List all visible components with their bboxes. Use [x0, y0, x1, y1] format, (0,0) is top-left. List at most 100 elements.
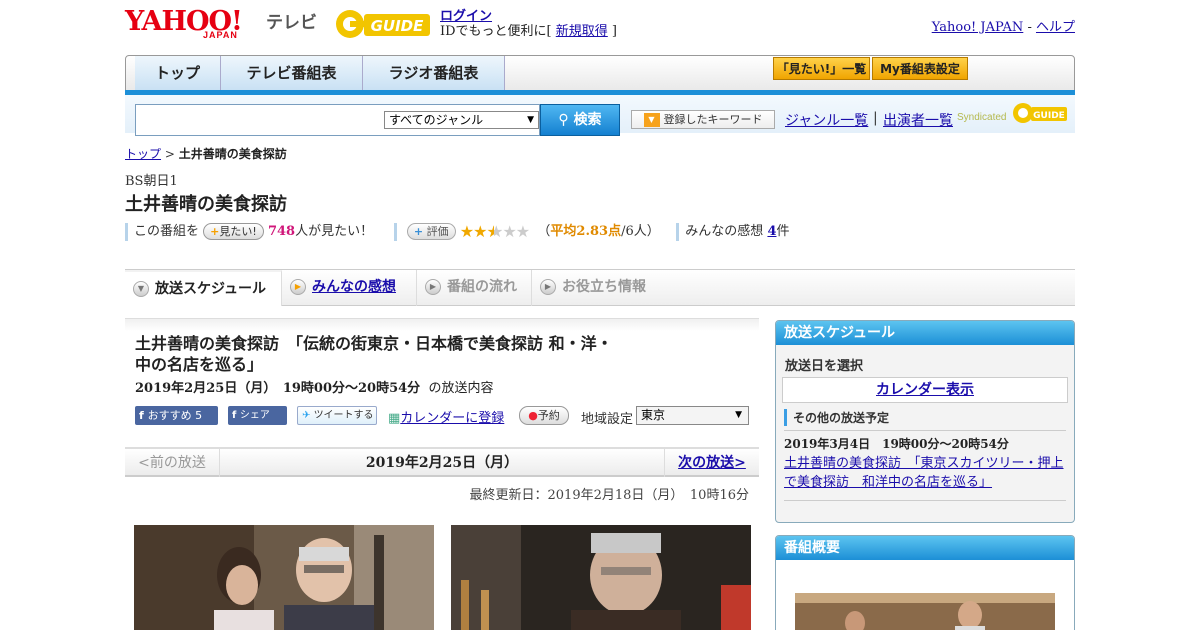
other-broadcast-link[interactable]: 土井善晴の美食探訪 「東京スカイツリー・押上で美食探訪 和洋中の名店を巡る」 [784, 456, 1064, 490]
calendar-show-button[interactable]: カレンダー表示 [782, 377, 1068, 403]
my-schedule-button[interactable]: My番組表設定 [872, 57, 968, 80]
area-select[interactable]: 東京 ▼ [636, 406, 749, 425]
area-select-value: 東京 [641, 408, 666, 422]
chevron-down-icon: ▼ [133, 281, 149, 297]
search-button[interactable]: ⚲ 検索 [540, 104, 620, 136]
bird-icon: ✈ [302, 410, 314, 421]
registered-keyword-button[interactable]: ▼ 登録したキーワード [631, 110, 775, 129]
rating-average: 平均2.83点 [550, 224, 622, 239]
facebook-like-button[interactable]: f おすすめ 5 [135, 406, 218, 425]
dropdown-arrow-icon: ▼ [735, 410, 742, 420]
facebook-icon: f [232, 410, 240, 421]
chevron-right-icon: ▶ [425, 279, 441, 295]
tab-schedule-label: 放送スケジュール [155, 281, 267, 297]
search-button-label: 検索 [573, 112, 602, 128]
plus-icon: + [413, 225, 424, 238]
main-nav: トップ テレビ番組表 ラジオ番組表 「見たい!」一覧 My番組表設定 [125, 55, 1075, 93]
tab-program-flow-label: 番組の流れ [447, 279, 517, 295]
breadcrumb-sep: > [161, 147, 179, 161]
last-updated: 最終更新日：2019年2月18日（月） 10時16分 [469, 488, 749, 503]
nav-tab-tv-schedule[interactable]: テレビ番組表 [221, 56, 363, 90]
gguide-logo-icon: GUIDE [336, 10, 430, 38]
record-dot-icon: ● [528, 409, 538, 422]
next-broadcast-link[interactable]: 次の放送> [664, 449, 759, 477]
rating-stars: ★★★★★★ [459, 222, 530, 241]
tab-impressions-label: みんなの感想 [312, 279, 396, 295]
current-broadcast-date: 2019年2月25日（月） [365, 455, 519, 471]
select-date-label: 放送日を選択 [785, 359, 864, 374]
want-list-button[interactable]: 「見たい!」一覧 [773, 57, 870, 80]
facebook-like-label: おすすめ 5 [147, 409, 203, 422]
schedule-panel: 放送スケジュール 放送日を選択 カレンダー表示 その他の放送予定 2019年3月… [775, 320, 1075, 523]
search-icon: ⚲ [558, 112, 574, 128]
dropdown-arrow-icon: ▼ [527, 115, 534, 125]
episode-datetime: 2019年2月25日（月） 19時00分～20時54分 [135, 381, 421, 396]
episode-photo-2 [451, 525, 751, 630]
yahoo-logo[interactable]: YAHOO! JAPAN [125, 6, 263, 40]
summary-panel-body [776, 560, 1074, 630]
chevron-right-icon: ▶ [290, 279, 306, 295]
tab-useful-info[interactable]: ▶ お役立ち情報 [532, 270, 667, 306]
rate-button[interactable]: + 評価 [406, 223, 456, 240]
calendar-register[interactable]: ▦カレンダーに登録 [388, 407, 504, 426]
photo-man-restaurant [451, 525, 751, 630]
genre-select[interactable]: すべてのジャンル ▼ [384, 111, 539, 129]
nav-tab-top[interactable]: トップ [135, 56, 221, 90]
breadcrumb: トップ > 土井善晴の美食探訪 [125, 145, 287, 162]
plus-icon: + [210, 225, 220, 238]
broadcast-pager: <前の放送 2019年2月25日（月） 次の放送> [125, 447, 759, 477]
link-separator: | [873, 110, 878, 126]
reserve-button[interactable]: ●予約 [519, 406, 569, 425]
episode-photo-1 [134, 525, 434, 630]
breadcrumb-top-link[interactable]: トップ [125, 147, 161, 161]
summary-photo [795, 593, 1055, 630]
rate-button-label: 評価 [426, 225, 449, 238]
content-tabs: ▼ 放送スケジュール ▶ みんなの感想 ▶ 番組の流れ ▶ お役立ち情報 [125, 270, 1075, 306]
gguide-small-icon: GUIDE [1013, 103, 1067, 123]
want-prefix: この番組を [134, 224, 200, 239]
rating-people: /6人） [621, 224, 660, 239]
calendar-register-link[interactable]: カレンダーに登録 [400, 411, 504, 426]
tab-schedule[interactable]: ▼ 放送スケジュール [125, 270, 282, 306]
star-icon: ★★ [459, 222, 488, 241]
login-sub-suffix: ] [607, 24, 617, 39]
prev-broadcast: <前の放送 [125, 449, 220, 477]
yahoo-logo-sub: JAPAN [203, 30, 238, 40]
triangle-down-icon: ▼ [643, 113, 660, 127]
divider-bar [393, 222, 397, 241]
episode-title: 土井善晴の美食探訪 「伝統の街東京・日本橋で美食探訪 和・洋・中の名店を巡る」 [135, 334, 613, 374]
nav-tab-radio-schedule[interactable]: ラジオ番組表 [363, 56, 505, 90]
other-broadcasts-label: その他の放送予定 [784, 409, 1074, 426]
schedule-panel-title: 放送スケジュール [776, 321, 1074, 345]
want-suffix: 人が見たい！ [295, 224, 374, 239]
divider-bar [125, 222, 128, 241]
gguide-logo[interactable]: GUIDE [334, 6, 432, 40]
performer-list-link[interactable]: 出演者一覧 [883, 110, 953, 130]
yahoo-japan-link[interactable]: Yahoo! JAPAN [932, 20, 1024, 35]
area-label: 地域設定 [581, 412, 634, 427]
tv-logo-label[interactable]: テレビ [266, 8, 317, 33]
tab-impressions[interactable]: ▶ みんなの感想 [282, 270, 417, 306]
calendar-show-link[interactable]: カレンダー表示 [876, 382, 974, 398]
help-link[interactable]: ヘルプ [1036, 20, 1075, 35]
want-count: 748 [267, 224, 296, 239]
summary-panel: 番組概要 [775, 535, 1075, 630]
login-subtext: IDでもっと便利に[ 新規取得 ] [440, 20, 617, 39]
want-to-watch-button[interactable]: +見たい! [203, 223, 264, 240]
tweet-button[interactable]: ✈ ツイートする [297, 406, 377, 425]
gguide-small-logo: GUIDE [1012, 101, 1068, 125]
signup-link[interactable]: 新規取得 [556, 24, 608, 39]
facebook-share-button[interactable]: f シェア [228, 406, 287, 425]
help-separator: - [1023, 20, 1036, 35]
gguide-small-text: GUIDE [1033, 111, 1065, 121]
header-right-links: Yahoo! JAPAN - ヘルプ [932, 16, 1075, 35]
impressions-unit: 件 [776, 224, 790, 239]
tweet-label: ツイートする [313, 410, 374, 421]
breadcrumb-current: 土井善晴の美食探訪 [178, 147, 287, 161]
tab-program-flow[interactable]: ▶ 番組の流れ [417, 270, 532, 306]
photo-people-street [134, 525, 434, 630]
genre-list-link[interactable]: ジャンル一覧 [785, 110, 868, 130]
impressions-label: みんなの感想 [685, 224, 764, 239]
other-broadcast-item: 土井善晴の美食探訪 「東京スカイツリー・押上で美食探訪 和洋中の名店を巡る」 [784, 454, 1066, 492]
divider-bar [676, 222, 680, 241]
